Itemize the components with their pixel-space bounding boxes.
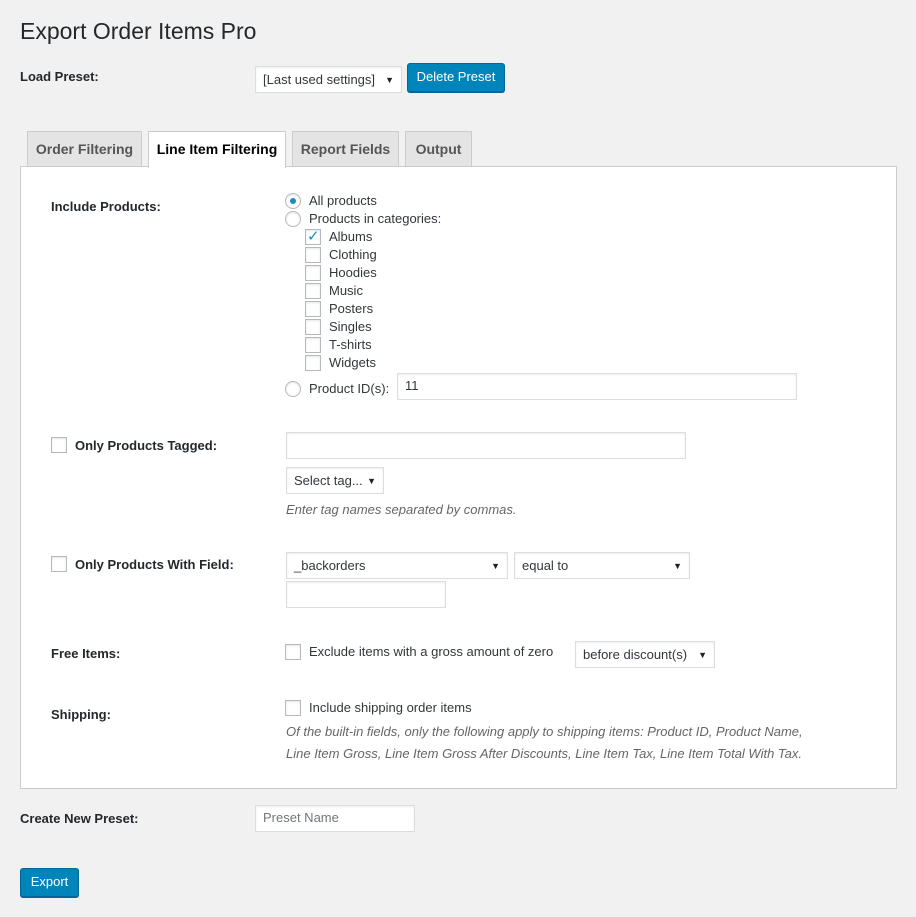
export-button[interactable]: Export [20,868,79,897]
create-preset-label: Create New Preset: [20,811,139,826]
category-label: Hoodies [329,265,377,280]
shipping-label: Shipping: [51,707,111,722]
category-checkbox-singles[interactable] [305,319,321,335]
exclude-zero-label: Exclude items with a gross amount of zer… [309,644,554,659]
category-checkbox-posters[interactable] [305,301,321,317]
tab-output[interactable]: Output [405,131,472,167]
category-checkbox-albums[interactable]: ✓ [305,228,321,245]
category-checkbox-hoodies[interactable] [305,265,321,281]
tab-report-fields[interactable]: Report Fields [292,131,399,167]
chevron-down-icon: ▼ [367,476,376,486]
load-preset-selected: [Last used settings] [263,72,376,87]
category-label: Music [329,283,363,298]
load-preset-select[interactable]: [Last used settings] ▼ [255,66,402,93]
category-label: Posters [329,301,374,316]
discount-timing-select[interactable]: before discount(s) ▼ [575,641,715,668]
products-in-categories-label: Products in categories: [309,211,442,226]
chevron-down-icon: ▼ [698,650,707,660]
all-products-label: All products [309,193,377,208]
category-label: Clothing [329,247,377,262]
only-with-field-checkbox[interactable] [51,556,67,572]
only-tagged-label: Only Products Tagged: [75,438,218,453]
category-label: T-shirts [329,337,372,352]
tab-line-item-filtering[interactable]: Line Item Filtering [148,131,286,168]
include-products-label: Include Products: [51,199,161,214]
category-checkbox-clothing[interactable] [305,247,321,263]
select-tag-dropdown[interactable]: Select tag... ▼ [286,467,384,494]
operator-selected: equal to [522,558,569,573]
checkmark-icon: ✓ [307,228,320,245]
field-selected: _backorders [294,558,366,573]
products-in-categories-radio[interactable] [285,211,301,227]
chevron-down-icon: ▼ [491,561,500,571]
select-tag-label: Select tag... [294,473,363,488]
all-products-radio[interactable] [285,193,301,209]
field-value-input[interactable] [286,581,446,608]
delete-preset-button[interactable]: Delete Preset [407,63,505,92]
shipping-note-line2: Line Item Gross, Line Item Gross After D… [286,746,803,761]
shipping-note-line1: Of the built-in fields, only the followi… [286,724,803,739]
load-preset-label: Load Preset: [20,69,99,84]
page-title: Export Order Items Pro [20,18,257,44]
category-checkbox-widgets[interactable] [305,355,321,371]
tags-input[interactable] [286,432,686,459]
category-checkbox-t-shirts[interactable] [305,337,321,353]
only-with-field-label: Only Products With Field: [75,557,234,572]
product-ids-radio[interactable] [285,381,301,397]
preset-name-input[interactable]: Preset Name [255,805,415,832]
product-ids-label: Product ID(s): [309,381,390,396]
line-item-filtering-panel [20,166,897,789]
category-checkbox-music[interactable] [305,283,321,299]
category-label: Widgets [329,355,376,370]
product-ids-input[interactable]: 11 [397,373,797,400]
tab-order-filtering[interactable]: Order Filtering [27,131,142,167]
chevron-down-icon: ▼ [385,75,394,85]
chevron-down-icon: ▼ [673,561,682,571]
discount-timing-selected: before discount(s) [583,647,688,662]
only-tagged-checkbox[interactable] [51,437,67,453]
exclude-zero-checkbox[interactable] [285,644,301,660]
category-label: Singles [329,319,372,334]
include-shipping-checkbox[interactable] [285,700,301,716]
field-select[interactable]: _backorders ▼ [286,552,508,579]
include-shipping-label: Include shipping order items [309,700,472,715]
category-label: Albums [329,229,373,244]
operator-select[interactable]: equal to ▼ [514,552,690,579]
free-items-label: Free Items: [51,646,121,661]
tags-hint: Enter tag names separated by commas. [286,502,517,517]
